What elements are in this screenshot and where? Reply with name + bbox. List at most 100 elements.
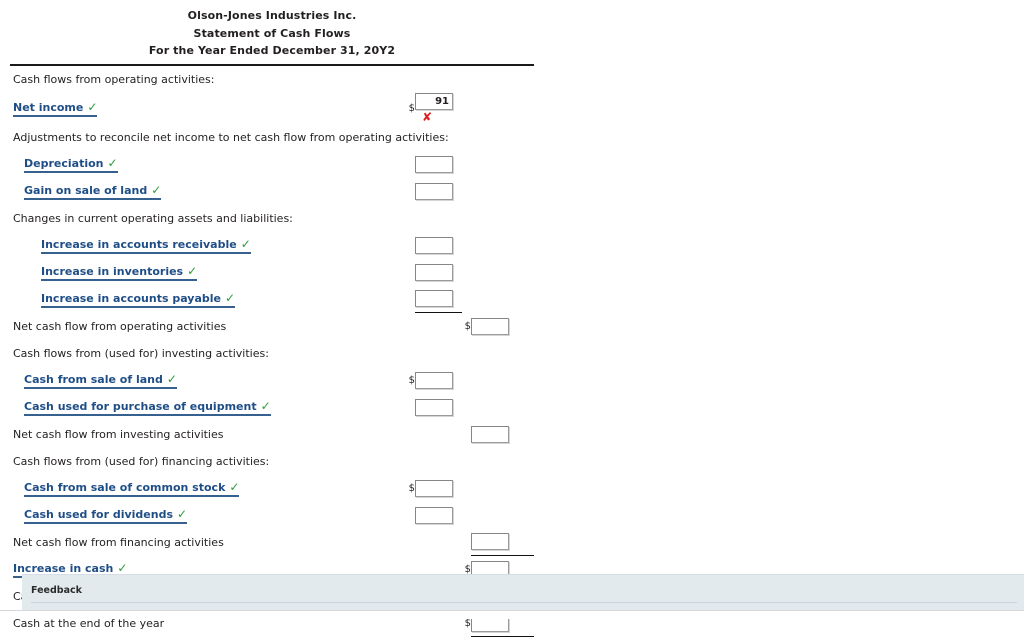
dollar-sign-col1 — [406, 421, 415, 448]
account-link[interactable]: Net income✓ — [13, 100, 97, 117]
check-icon: ✓ — [221, 291, 235, 305]
account-link[interactable]: Cash used for purchase of equipment✓ — [24, 399, 271, 416]
check-icon: ✓ — [103, 156, 117, 170]
account-link[interactable]: Cash from sale of common stock✓ — [24, 480, 239, 497]
amount-cell-col1 — [415, 475, 462, 502]
amount-input[interactable] — [415, 480, 453, 497]
dollar-sign-col2 — [462, 178, 471, 205]
account-link[interactable]: Increase in accounts receivable✓ — [41, 237, 251, 254]
amount-cell-col2 — [471, 529, 534, 556]
statement-row: Cash flows from operating activities: — [10, 66, 534, 93]
cash-flow-statement-sheet: Olson-Jones Industries Inc. Statement of… — [10, 0, 534, 637]
caption-text: Changes in current operating assets and … — [10, 212, 293, 225]
check-icon: ✓ — [83, 100, 97, 114]
caption-cell: Cash flows from operating activities: — [10, 66, 406, 93]
amount-cell-col2 — [471, 394, 534, 421]
amount-cell-col1 — [415, 313, 462, 340]
check-icon: ✓ — [147, 183, 161, 197]
amount-cell-col2 — [471, 93, 534, 124]
report-title: Statement of Cash Flows — [10, 25, 534, 43]
amount-input[interactable] — [415, 290, 453, 307]
amount-input[interactable] — [471, 533, 509, 550]
amount-input[interactable] — [415, 264, 453, 281]
dollar-sign-col1 — [406, 66, 415, 93]
amount-cell-col1 — [415, 66, 462, 93]
amount-cell-col1 — [415, 205, 462, 232]
account-link-label: Increase in inventories — [41, 265, 183, 278]
statement-row: Net income✓$✘ — [10, 93, 534, 124]
amount-cell-col2 — [471, 124, 534, 151]
amount-cell-col2 — [471, 313, 534, 340]
statement-row: Increase in accounts receivable✓ — [10, 232, 534, 259]
amount-input[interactable] — [415, 93, 453, 110]
amount-input[interactable] — [415, 183, 453, 200]
dollar-sign-col2: $ — [462, 313, 471, 340]
statement-row: Cash used for purchase of equipment✓ — [10, 394, 534, 421]
feedback-divider — [31, 602, 1017, 603]
account-link-label: Increase in accounts receivable — [41, 238, 237, 251]
account-link-label: Gain on sale of land — [24, 184, 147, 197]
amount-cell-col2 — [471, 259, 534, 286]
account-link[interactable]: Gain on sale of land✓ — [24, 183, 161, 200]
statement-row: Net cash flow from financing activities — [10, 529, 534, 556]
amount-cell-col1 — [415, 286, 462, 313]
amount-cell-col1 — [415, 151, 462, 178]
dollar-sign-col1 — [406, 448, 415, 475]
account-link[interactable]: Cash from sale of land✓ — [24, 372, 177, 389]
amount-cell-col1 — [415, 232, 462, 259]
caption-text: Net cash flow from investing activities — [10, 428, 224, 441]
caption-text: Adjustments to reconcile net income to n… — [10, 131, 449, 144]
statement-row: Changes in current operating assets and … — [10, 205, 534, 232]
dollar-sign-col2 — [462, 232, 471, 259]
statement-row: Cash from sale of land✓ $ — [10, 367, 534, 394]
statement-row: Increase in accounts payable✓ — [10, 286, 534, 313]
statement-row: Net cash flow from operating activities $ — [10, 313, 534, 340]
amount-input[interactable] — [415, 237, 453, 254]
amount-cell-col1 — [415, 259, 462, 286]
dollar-sign-col2 — [462, 394, 471, 421]
dollar-sign-col2 — [462, 502, 471, 529]
caption-text: Cash flows from (used for) financing act… — [10, 455, 269, 468]
check-icon: ✓ — [183, 264, 197, 278]
caption-text: Net cash flow from financing activities — [10, 536, 224, 549]
account-label-cell: Gain on sale of land✓ — [10, 178, 406, 205]
dollar-sign-col1 — [406, 529, 415, 556]
account-link-label: Increase in accounts payable — [41, 292, 221, 305]
amount-cell-col1 — [415, 448, 462, 475]
check-icon: ✓ — [173, 507, 187, 521]
amount-input[interactable] — [415, 372, 453, 389]
statement-row: Cash flows from (used for) financing act… — [10, 448, 534, 475]
account-label-cell: Increase in inventories✓ — [10, 259, 406, 286]
amount-cell-col1 — [415, 340, 462, 367]
amount-cell-col2 — [471, 421, 534, 448]
amount-input[interactable] — [415, 156, 453, 173]
caption-text: Net cash flow from operating activities — [10, 320, 226, 333]
statement-row: Cash from sale of common stock✓$ — [10, 475, 534, 502]
dollar-sign-col2 — [462, 66, 471, 93]
amount-input[interactable] — [415, 399, 453, 416]
amount-input[interactable] — [415, 507, 453, 524]
account-link[interactable]: Depreciation✓ — [24, 156, 118, 173]
account-link[interactable]: Increase in accounts payable✓ — [41, 291, 235, 308]
amount-cell-col2 — [471, 66, 534, 93]
amount-input[interactable] — [471, 426, 509, 443]
amount-cell-col1 — [415, 502, 462, 529]
amount-cell-col1 — [415, 394, 462, 421]
account-link-label: Cash used for dividends — [24, 508, 173, 521]
caption-cell: Cash flows from (used for) financing act… — [10, 448, 406, 475]
amount-cell-col1 — [415, 421, 462, 448]
dollar-sign-col1 — [406, 259, 415, 286]
statement-row: Cash flows from (used for) investing act… — [10, 340, 534, 367]
dollar-sign-col1 — [406, 151, 415, 178]
feedback-panel: Feedback — [22, 574, 1024, 610]
report-period: For the Year Ended December 31, 20Y2 — [10, 42, 534, 60]
statement-rows: Cash flows from operating activities:Net… — [10, 66, 534, 637]
account-link[interactable]: Increase in inventories✓ — [41, 264, 197, 281]
caption-cell: Net cash flow from operating activities — [10, 313, 406, 340]
amount-input[interactable] — [471, 318, 509, 335]
caption-cell: Net cash flow from investing activities — [10, 421, 406, 448]
amount-cell-col1: ✘ — [415, 93, 462, 124]
account-link[interactable]: Cash used for dividends✓ — [24, 507, 187, 524]
amount-cell-col2 — [471, 286, 534, 313]
dollar-sign-col1: $ — [406, 367, 415, 394]
